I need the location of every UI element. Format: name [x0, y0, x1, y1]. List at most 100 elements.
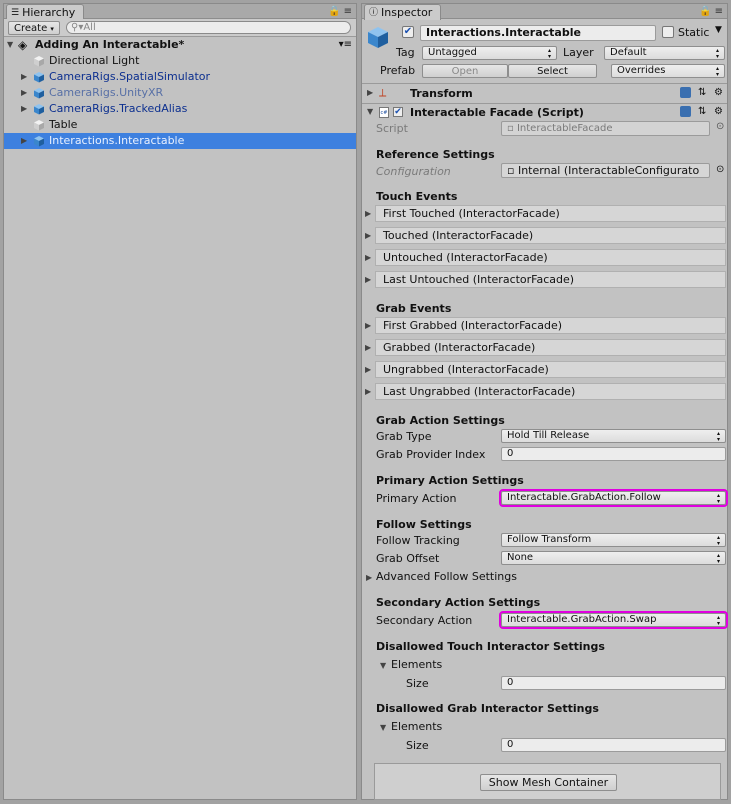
component-ref-icon: ▫: [507, 164, 515, 177]
expand-arrow-icon[interactable]: ▶: [367, 84, 373, 102]
event-foldout[interactable]: Last Untouched (InteractorFacade): [375, 271, 726, 288]
expand-arrow-icon[interactable]: ▶: [365, 275, 371, 284]
preset-icon[interactable]: ⇅: [698, 103, 706, 121]
grab-offset-dropdown[interactable]: None: [501, 551, 726, 565]
object-picker-icon[interactable]: ⊙: [716, 121, 724, 132]
grab-type-dropdown[interactable]: Hold Till Release: [501, 429, 726, 443]
event-foldout[interactable]: Untouched (InteractorFacade): [375, 249, 726, 266]
interactable-facade-header[interactable]: ▼ c# ✔ Interactable Facade (Script) ⇅ ⚙: [362, 103, 727, 121]
expand-arrow-icon[interactable]: ▶: [21, 85, 27, 101]
tab-inspector[interactable]: ⓘ Inspector: [364, 4, 442, 20]
open-button[interactable]: Open: [422, 64, 508, 78]
overrides-dropdown[interactable]: Overrides: [611, 64, 725, 78]
inspector-panel: ⓘ Inspector 🔒 ≡ ✔ Interactions.Interacta…: [361, 3, 728, 800]
scene-menu-icon[interactable]: ▾≡: [339, 37, 352, 53]
scene-name: Adding An Interactable*: [35, 38, 185, 51]
layer-dropdown[interactable]: Default: [604, 46, 725, 60]
create-button-label: Create: [14, 23, 48, 34]
hierarchy-item[interactable]: ▶ Interactions.Interactable: [4, 133, 356, 149]
settings-gear-icon[interactable]: ⚙: [714, 84, 723, 102]
expand-arrow-icon[interactable]: ▶: [365, 231, 371, 240]
expand-arrow-icon[interactable]: ▶: [21, 133, 27, 149]
hierarchy-item[interactable]: Directional Light: [4, 53, 356, 69]
expand-arrow-icon[interactable]: ▶: [365, 253, 371, 262]
expand-arrow-icon[interactable]: ▶: [21, 101, 27, 117]
grab-events-heading: Grab Events: [376, 302, 452, 315]
expand-arrow-icon[interactable]: ▶: [365, 343, 371, 352]
grab-offset-label: Grab Offset: [376, 552, 440, 565]
mesh-container-box: Show Mesh Container: [374, 763, 721, 800]
prefab-cube-icon: [34, 72, 44, 83]
follow-tracking-dropdown[interactable]: Follow Transform: [501, 533, 726, 547]
hierarchy-panel: ☰ Hierarchy 🔒 ≡ Create ▾ ⚲▾All ▼ ◈ Addin…: [3, 3, 357, 800]
hierarchy-item[interactable]: ▶ CameraRigs.SpatialSimulator: [4, 69, 356, 85]
secondary-action-label: Secondary Action: [376, 614, 473, 627]
search-input[interactable]: ⚲▾All: [66, 21, 351, 34]
tag-dropdown[interactable]: Untagged: [422, 46, 557, 60]
touch-size-field[interactable]: 0: [501, 676, 726, 690]
hierarchy-item[interactable]: Table: [4, 117, 356, 133]
hierarchy-item[interactable]: ▶ CameraRigs.TrackedAlias: [4, 101, 356, 117]
expand-arrow-icon[interactable]: ▶: [365, 387, 371, 396]
panel-options-icon[interactable]: 🔒 ≡: [699, 6, 723, 17]
expand-arrow-icon[interactable]: ▼: [367, 103, 373, 121]
touch-size-label: Size: [406, 677, 429, 690]
event-foldout[interactable]: Ungrabbed (InteractorFacade): [375, 361, 726, 378]
expand-arrow-icon[interactable]: ▼: [7, 37, 13, 53]
event-foldout[interactable]: First Grabbed (InteractorFacade): [375, 317, 726, 334]
tag-label: Tag: [396, 46, 415, 59]
expand-arrow-icon[interactable]: ▶: [365, 209, 371, 218]
create-button[interactable]: Create ▾: [8, 21, 60, 35]
panel-options-icon[interactable]: 🔒 ≡: [328, 6, 352, 17]
event-foldout[interactable]: Last Ungrabbed (InteractorFacade): [375, 383, 726, 400]
static-dropdown-icon[interactable]: ▼: [715, 25, 722, 35]
disallowed-touch-heading: Disallowed Touch Interactor Settings: [376, 640, 605, 653]
expand-arrow-icon[interactable]: ▼: [380, 723, 386, 732]
component-enabled-checkbox[interactable]: ✔: [393, 107, 403, 117]
help-icon[interactable]: [680, 106, 691, 117]
active-checkbox[interactable]: ✔: [402, 26, 414, 38]
hierarchy-item-label: CameraRigs.UnityXR: [49, 86, 164, 99]
expand-arrow-icon[interactable]: ▶: [366, 573, 372, 582]
grab-action-settings-heading: Grab Action Settings: [376, 414, 505, 427]
expand-arrow-icon[interactable]: ▶: [365, 365, 371, 374]
grab-elements-foldout[interactable]: Elements: [391, 719, 442, 734]
grab-provider-index-field[interactable]: 0: [501, 447, 726, 461]
select-button[interactable]: Select: [508, 64, 597, 78]
unity-scene-icon: ◈: [18, 38, 28, 52]
grab-size-field[interactable]: 0: [501, 738, 726, 752]
help-icon[interactable]: [680, 87, 691, 98]
primary-action-dropdown[interactable]: Interactable.GrabAction.Follow: [499, 489, 728, 507]
tab-hierarchy[interactable]: ☰ Hierarchy: [6, 4, 85, 20]
static-checkbox[interactable]: [662, 26, 674, 38]
primary-action-label: Primary Action: [376, 492, 457, 505]
show-mesh-container-button[interactable]: Show Mesh Container: [480, 774, 617, 791]
event-foldout[interactable]: Touched (InteractorFacade): [375, 227, 726, 244]
event-foldout[interactable]: Grabbed (InteractorFacade): [375, 339, 726, 356]
script-value: InteractableFacade: [516, 123, 613, 134]
object-picker-icon[interactable]: ⊙: [716, 164, 724, 175]
script-field: ▫ InteractableFacade: [501, 121, 710, 136]
object-name-field[interactable]: Interactions.Interactable: [420, 25, 656, 41]
settings-gear-icon[interactable]: ⚙: [714, 103, 723, 121]
configuration-field[interactable]: ▫ Internal (InteractableConfigurato: [501, 163, 710, 178]
preset-icon[interactable]: ⇅: [698, 84, 706, 102]
secondary-action-dropdown[interactable]: Interactable.GrabAction.Swap: [499, 611, 728, 629]
event-foldout[interactable]: First Touched (InteractorFacade): [375, 205, 726, 222]
transform-header[interactable]: ▶ ⟂ Transform ⇅ ⚙: [362, 84, 727, 102]
scene-row[interactable]: ▼ ◈ Adding An Interactable* ▾≡: [4, 37, 356, 53]
search-icon: ⚲▾: [71, 22, 84, 33]
advanced-follow-settings-foldout[interactable]: Advanced Follow Settings: [376, 569, 517, 584]
touch-elements-foldout[interactable]: Elements: [391, 657, 442, 672]
disallowed-grab-heading: Disallowed Grab Interactor Settings: [376, 702, 599, 715]
follow-tracking-label: Follow Tracking: [376, 534, 460, 547]
hierarchy-item[interactable]: ▶ CameraRigs.UnityXR: [4, 85, 356, 101]
expand-arrow-icon[interactable]: ▶: [365, 321, 371, 330]
expand-arrow-icon[interactable]: ▶: [21, 69, 27, 85]
hierarchy-item-label: CameraRigs.TrackedAlias: [49, 102, 188, 115]
expand-arrow-icon[interactable]: ▼: [380, 661, 386, 670]
hierarchy-item-label: CameraRigs.SpatialSimulator: [49, 70, 211, 83]
component-title: Interactable Facade (Script): [410, 106, 584, 119]
checkbox-icon[interactable]: c#: [379, 107, 389, 118]
touch-events-heading: Touch Events: [376, 190, 458, 203]
